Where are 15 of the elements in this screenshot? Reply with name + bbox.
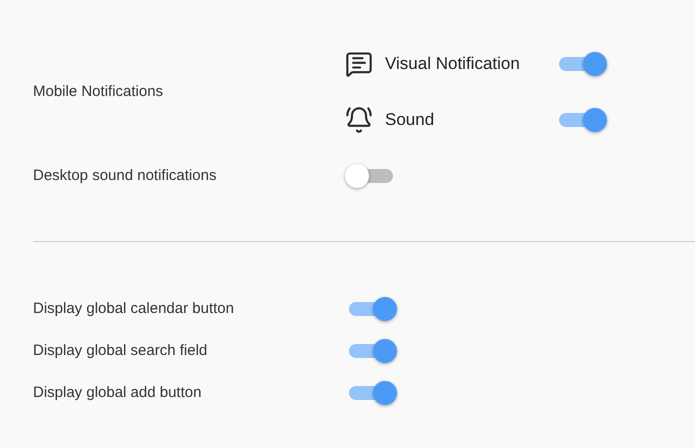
toggle-switch[interactable]	[347, 338, 397, 364]
setting-label: Display global search field	[33, 340, 208, 361]
setting-label: Mobile Notifications	[33, 82, 164, 102]
toggle-switch[interactable]	[345, 163, 395, 189]
option-label: Visual Notification	[385, 53, 521, 76]
message-icon	[345, 50, 373, 78]
bell-icon	[345, 106, 373, 134]
toggle-switch[interactable]	[347, 296, 397, 322]
setting-label: Desktop sound notifications	[33, 166, 218, 186]
toggle-switch[interactable]	[557, 107, 607, 133]
option-label: Sound	[385, 109, 436, 132]
setting-label: Display global add button	[33, 382, 202, 403]
setting-label: Display global calendar button	[33, 298, 235, 319]
toggle-switch[interactable]	[557, 51, 607, 77]
toggle-switch[interactable]	[347, 380, 397, 406]
